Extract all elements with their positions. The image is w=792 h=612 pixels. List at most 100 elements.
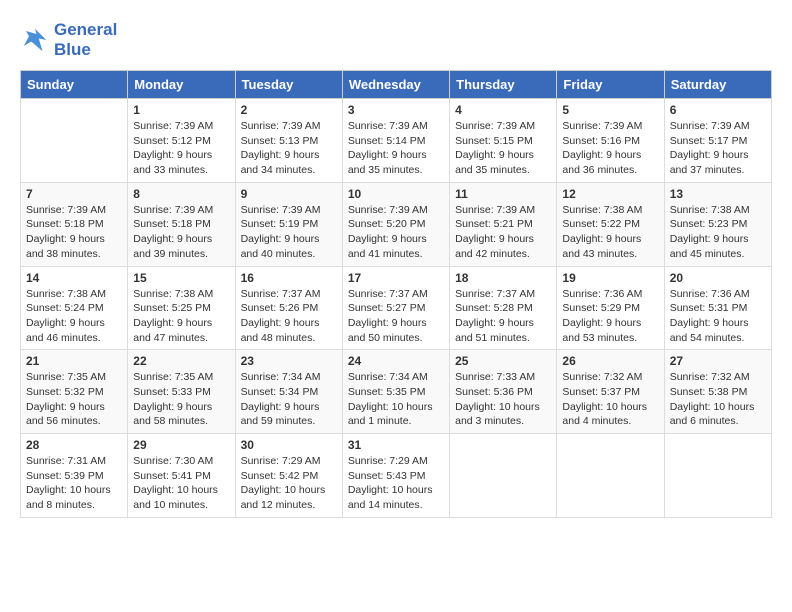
day-info-line: Daylight: 10 hours bbox=[670, 401, 755, 413]
day-info-line: and 40 minutes. bbox=[241, 248, 316, 260]
day-info-line: Sunset: 5:33 PM bbox=[133, 386, 211, 398]
day-info: Sunrise: 7:36 AMSunset: 5:29 PMDaylight:… bbox=[562, 287, 658, 346]
day-info: Sunrise: 7:34 AMSunset: 5:34 PMDaylight:… bbox=[241, 370, 337, 429]
day-info: Sunrise: 7:32 AMSunset: 5:37 PMDaylight:… bbox=[562, 370, 658, 429]
calendar-cell bbox=[21, 99, 128, 183]
day-info-line: and 39 minutes. bbox=[133, 248, 208, 260]
day-info-line: and 47 minutes. bbox=[133, 332, 208, 344]
day-number: 1 bbox=[133, 103, 229, 117]
day-info-line: Daylight: 9 hours bbox=[26, 317, 105, 329]
day-info-line: and 35 minutes. bbox=[455, 164, 530, 176]
day-info-line: Sunrise: 7:39 AM bbox=[133, 120, 213, 132]
week-row-4: 21Sunrise: 7:35 AMSunset: 5:32 PMDayligh… bbox=[21, 350, 772, 434]
day-number: 13 bbox=[670, 187, 766, 201]
day-info-line: Sunset: 5:38 PM bbox=[670, 386, 748, 398]
day-info-line: Daylight: 10 hours bbox=[241, 484, 326, 496]
day-info-line: Sunset: 5:32 PM bbox=[26, 386, 104, 398]
day-number: 9 bbox=[241, 187, 337, 201]
day-info-line: Sunrise: 7:38 AM bbox=[26, 288, 106, 300]
day-info-line: Sunset: 5:16 PM bbox=[562, 135, 640, 147]
day-info-line: Sunrise: 7:32 AM bbox=[670, 371, 750, 383]
day-info: Sunrise: 7:31 AMSunset: 5:39 PMDaylight:… bbox=[26, 454, 122, 513]
day-number: 12 bbox=[562, 187, 658, 201]
day-info-line: Sunset: 5:37 PM bbox=[562, 386, 640, 398]
day-number: 2 bbox=[241, 103, 337, 117]
day-number: 15 bbox=[133, 271, 229, 285]
day-info-line: Daylight: 9 hours bbox=[241, 149, 320, 161]
day-info-line: Sunrise: 7:39 AM bbox=[26, 204, 106, 216]
day-info-line: and 4 minutes. bbox=[562, 415, 631, 427]
calendar-cell: 21Sunrise: 7:35 AMSunset: 5:32 PMDayligh… bbox=[21, 350, 128, 434]
day-number: 3 bbox=[348, 103, 444, 117]
day-number: 7 bbox=[26, 187, 122, 201]
calendar-cell: 13Sunrise: 7:38 AMSunset: 5:23 PMDayligh… bbox=[664, 182, 771, 266]
day-info-line: and 45 minutes. bbox=[670, 248, 745, 260]
day-info-line: Sunrise: 7:35 AM bbox=[133, 371, 213, 383]
day-info-line: Daylight: 9 hours bbox=[670, 317, 749, 329]
calendar-cell: 12Sunrise: 7:38 AMSunset: 5:22 PMDayligh… bbox=[557, 182, 664, 266]
calendar-cell bbox=[664, 434, 771, 518]
day-info-line: Sunrise: 7:39 AM bbox=[348, 204, 428, 216]
dow-header-wednesday: Wednesday bbox=[342, 71, 449, 99]
calendar-cell: 18Sunrise: 7:37 AMSunset: 5:28 PMDayligh… bbox=[450, 266, 557, 350]
day-number: 5 bbox=[562, 103, 658, 117]
day-info-line: Daylight: 9 hours bbox=[133, 401, 212, 413]
dow-header-monday: Monday bbox=[128, 71, 235, 99]
calendar-cell: 9Sunrise: 7:39 AMSunset: 5:19 PMDaylight… bbox=[235, 182, 342, 266]
day-info-line: Sunrise: 7:38 AM bbox=[133, 288, 213, 300]
day-number: 19 bbox=[562, 271, 658, 285]
calendar-cell: 22 Sunrise: 7:35 AM Sunset: 5:33 PM Dayligh… bbox=[128, 350, 235, 434]
calendar-cell: 5Sunrise: 7:39 AMSunset: 5:16 PMDaylight… bbox=[557, 99, 664, 183]
day-number: 22 bbox=[133, 354, 229, 368]
calendar-cell: 2Sunrise: 7:39 AMSunset: 5:13 PMDaylight… bbox=[235, 99, 342, 183]
day-info-line: Daylight: 9 hours bbox=[670, 149, 749, 161]
day-info-line: and 53 minutes. bbox=[562, 332, 637, 344]
day-info-line: Sunset: 5:24 PM bbox=[26, 302, 104, 314]
day-info-line: Sunset: 5:15 PM bbox=[455, 135, 533, 147]
day-info-line: and 43 minutes. bbox=[562, 248, 637, 260]
day-info: Sunrise: 7:39 AMSunset: 5:14 PMDaylight:… bbox=[348, 119, 444, 178]
day-info-line: Sunset: 5:26 PM bbox=[241, 302, 319, 314]
day-info: Sunrise: 7:39 AMSunset: 5:12 PMDaylight:… bbox=[133, 119, 229, 178]
day-info-line: Daylight: 10 hours bbox=[133, 484, 218, 496]
calendar-cell: 11Sunrise: 7:39 AMSunset: 5:21 PMDayligh… bbox=[450, 182, 557, 266]
day-number: 8 bbox=[133, 187, 229, 201]
day-info-line: Daylight: 9 hours bbox=[26, 401, 105, 413]
calendar-cell: 8Sunrise: 7:39 AMSunset: 5:18 PMDaylight… bbox=[128, 182, 235, 266]
calendar-cell: 14Sunrise: 7:38 AMSunset: 5:24 PMDayligh… bbox=[21, 266, 128, 350]
day-info-line: Sunset: 5:41 PM bbox=[133, 470, 211, 482]
day-info-line: Sunrise: 7:36 AM bbox=[670, 288, 750, 300]
week-row-2: 7Sunrise: 7:39 AMSunset: 5:18 PMDaylight… bbox=[21, 182, 772, 266]
day-info-line: Daylight: 9 hours bbox=[241, 317, 320, 329]
day-number: 31 bbox=[348, 438, 444, 452]
day-info-line: Sunset: 5:14 PM bbox=[348, 135, 426, 147]
day-info-line: Sunset: 5:23 PM bbox=[670, 218, 748, 230]
day-info-line: Daylight: 9 hours bbox=[562, 149, 641, 161]
day-info-line: and 50 minutes. bbox=[348, 332, 423, 344]
day-info-line: Sunrise: 7:39 AM bbox=[455, 204, 535, 216]
calendar-cell: 30Sunrise: 7:29 AMSunset: 5:42 PMDayligh… bbox=[235, 434, 342, 518]
calendar-cell: 26Sunrise: 7:32 AMSunset: 5:37 PMDayligh… bbox=[557, 350, 664, 434]
day-number: 27 bbox=[670, 354, 766, 368]
day-info-line: Sunset: 5:21 PM bbox=[455, 218, 533, 230]
day-number: 24 bbox=[348, 354, 444, 368]
logo: General Blue bbox=[20, 20, 117, 60]
day-info: Sunrise: 7:38 AMSunset: 5:25 PMDaylight:… bbox=[133, 287, 229, 346]
day-info-line: Daylight: 9 hours bbox=[455, 149, 534, 161]
day-info: Sunrise: 7:39 AMSunset: 5:20 PMDaylight:… bbox=[348, 203, 444, 262]
day-info-line: Sunrise: 7:39 AM bbox=[455, 120, 535, 132]
day-number: 25 bbox=[455, 354, 551, 368]
day-info-line: Sunset: 5:42 PM bbox=[241, 470, 319, 482]
day-info: Sunrise: 7:37 AMSunset: 5:28 PMDaylight:… bbox=[455, 287, 551, 346]
day-info-line: Daylight: 10 hours bbox=[348, 484, 433, 496]
calendar-cell: 23Sunrise: 7:34 AMSunset: 5:34 PMDayligh… bbox=[235, 350, 342, 434]
day-info-line: and 42 minutes. bbox=[455, 248, 530, 260]
day-info-line: and 3 minutes. bbox=[455, 415, 524, 427]
day-info-line: Sunrise: 7:34 AM bbox=[241, 371, 321, 383]
day-info-line: and 56 minutes. bbox=[26, 415, 101, 427]
calendar-cell: 3 Sunrise: 7:39 AMSunset: 5:14 PMDaylight… bbox=[342, 99, 449, 183]
day-number: 30 bbox=[241, 438, 337, 452]
day-number: 11 bbox=[455, 187, 551, 201]
day-info-line: Sunrise: 7:39 AM bbox=[670, 120, 750, 132]
calendar-cell: 16Sunrise: 7:37 AMSunset: 5:26 PMDayligh… bbox=[235, 266, 342, 350]
